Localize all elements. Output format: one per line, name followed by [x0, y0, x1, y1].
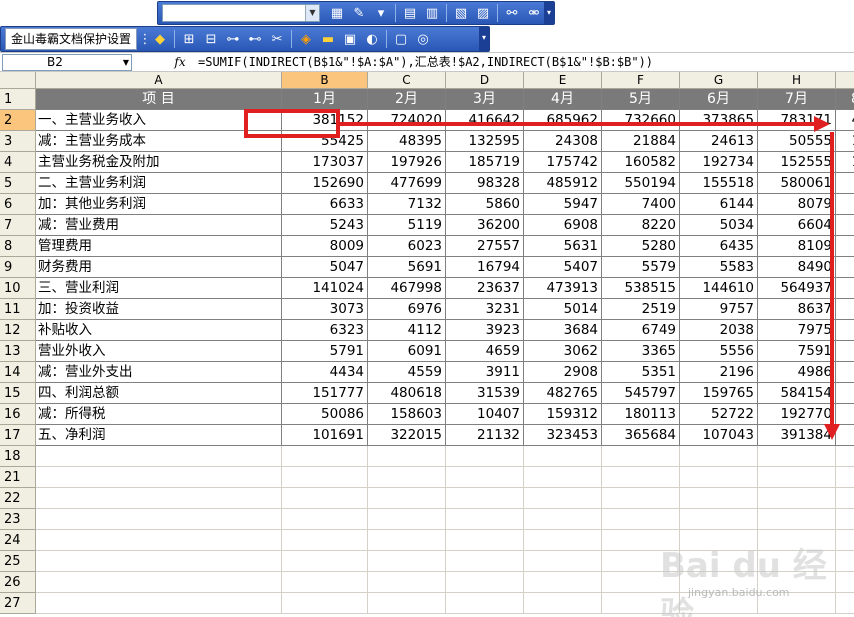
arrow-annotation	[338, 116, 840, 440]
